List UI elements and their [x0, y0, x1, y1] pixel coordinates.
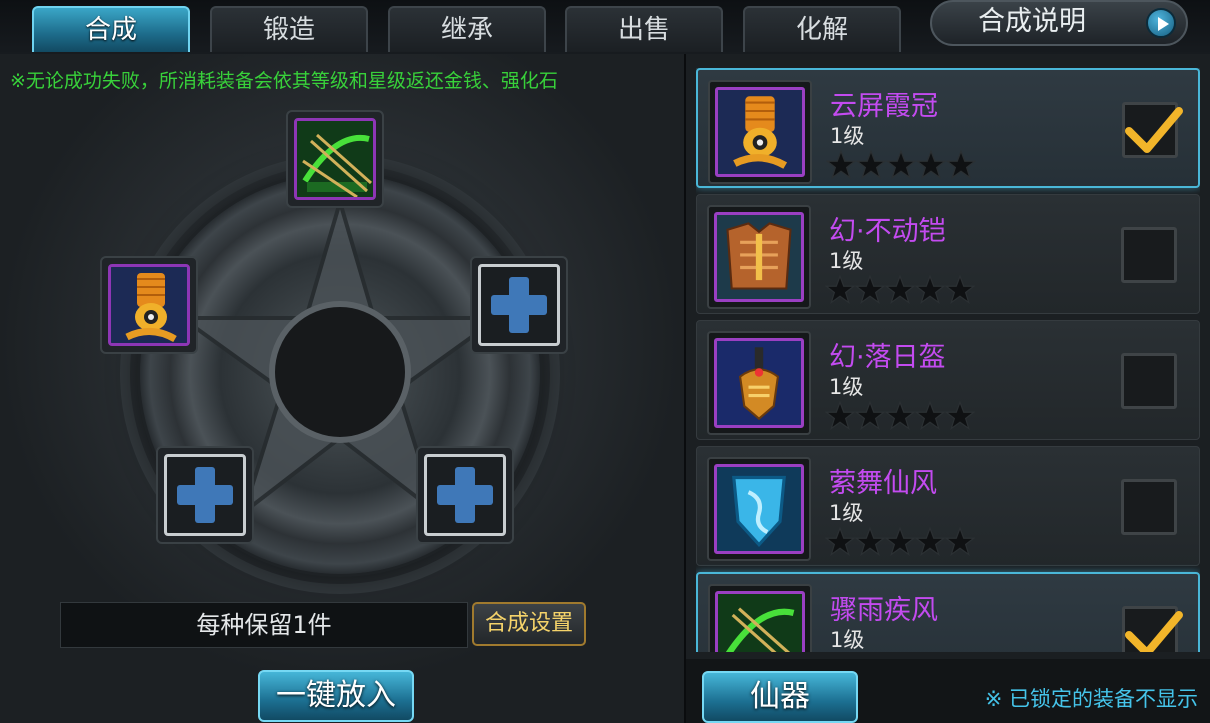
- star-icon: [885, 527, 915, 557]
- star-rating: [826, 150, 986, 180]
- star-icon: [825, 401, 855, 431]
- item-name: 幻·落日盔: [829, 342, 946, 373]
- compose-settings-button[interactable]: 合成设置: [472, 602, 586, 646]
- tab-inherit[interactable]: 继承: [388, 6, 546, 52]
- star-rating: [825, 275, 985, 305]
- item-level: 1级: [830, 628, 865, 652]
- star-icon: [946, 150, 976, 180]
- item-checkbox[interactable]: [1122, 606, 1183, 652]
- slot-right[interactable]: [470, 256, 568, 354]
- put-all-button[interactable]: 一键放入: [258, 670, 414, 722]
- slot-left[interactable]: [100, 256, 198, 354]
- star-icon: [915, 401, 945, 431]
- star-icon: [855, 275, 885, 305]
- item-checkbox[interactable]: [1121, 353, 1177, 409]
- category-xianqi-button[interactable]: 仙器: [702, 671, 858, 723]
- list-item[interactable]: 云屏霞冠 1级: [696, 68, 1200, 188]
- list-item[interactable]: 骤雨疾风 1级: [696, 572, 1200, 652]
- equipment-list[interactable]: 云屏霞冠 1级 幻·不动铠 1级 幻·落日盔 1级 萦舞仙风 1级 骤雨疾风 1…: [696, 68, 1200, 652]
- star-icon: [825, 275, 855, 305]
- item-checkbox[interactable]: [1121, 479, 1177, 535]
- star-icon: [916, 150, 946, 180]
- compose-help-button[interactable]: 合成说明: [930, 0, 1188, 46]
- tab-dissolve[interactable]: 化解: [743, 6, 901, 52]
- helmet-icon: [714, 338, 804, 428]
- tab-bar: 合成 锻造 继承 出售 化解 合成说明: [0, 0, 1210, 54]
- tab-compose[interactable]: 合成: [32, 6, 190, 52]
- star-icon: [825, 527, 855, 557]
- list-item[interactable]: 幻·不动铠 1级: [696, 194, 1200, 314]
- star-icon: [885, 275, 915, 305]
- list-item[interactable]: 幻·落日盔 1级: [696, 320, 1200, 440]
- locked-equipment-note: ※ 已锁定的装备不显示: [984, 687, 1198, 711]
- star-icon: [945, 275, 975, 305]
- item-level: 1级: [829, 501, 864, 525]
- compose-notice: ※无论成功失败，所消耗装备会依其等级和星级返还金钱、强化石: [10, 70, 558, 92]
- armor-icon: [714, 212, 804, 302]
- star-icon: [885, 401, 915, 431]
- item-name: 萦舞仙风: [829, 468, 937, 499]
- compose-panel: ※无论成功失败，所消耗装备会依其等级和星级返还金钱、强化石 每种保留1件 合成设…: [0, 54, 684, 723]
- checkmark-icon: [1125, 611, 1183, 652]
- crown-icon: [108, 264, 190, 346]
- item-level: 1级: [829, 249, 864, 273]
- crown-icon: [715, 87, 805, 177]
- plus-icon: [437, 467, 493, 523]
- star-rating: [825, 527, 985, 557]
- star-rating: [825, 401, 985, 431]
- tab-sell[interactable]: 出售: [565, 6, 723, 52]
- item-name: 骤雨疾风: [830, 595, 938, 626]
- plus-icon: [177, 467, 233, 523]
- item-checkbox[interactable]: [1121, 227, 1177, 283]
- star-icon: [856, 150, 886, 180]
- list-item[interactable]: 萦舞仙风 1级: [696, 446, 1200, 566]
- item-checkbox[interactable]: [1122, 102, 1183, 158]
- item-name: 幻·不动铠: [829, 216, 946, 247]
- star-icon: [915, 527, 945, 557]
- star-icon: [855, 527, 885, 557]
- play-arrow-icon: [1146, 8, 1176, 38]
- bow-icon: [715, 591, 805, 652]
- plus-icon: [491, 277, 547, 333]
- star-icon: [855, 401, 885, 431]
- tab-forge[interactable]: 锻造: [210, 6, 368, 52]
- star-icon: [915, 275, 945, 305]
- slot-bottom-right[interactable]: [416, 446, 514, 544]
- star-icon: [886, 150, 916, 180]
- item-level: 1级: [830, 124, 865, 148]
- slot-bottom-left[interactable]: [156, 446, 254, 544]
- star-icon: [826, 150, 856, 180]
- star-icon: [945, 401, 975, 431]
- bow-icon: [294, 118, 376, 200]
- item-name: 云屏霞冠: [830, 91, 938, 122]
- list-footer: 仙器 ※ 已锁定的装备不显示: [686, 659, 1210, 723]
- item-level: 1级: [829, 375, 864, 399]
- compose-help-label: 合成说明: [978, 6, 1086, 37]
- equipment-list-panel: 云屏霞冠 1级 幻·不动铠 1级 幻·落日盔 1级 萦舞仙风 1级 骤雨疾风 1…: [684, 54, 1210, 723]
- star-icon: [945, 527, 975, 557]
- checkmark-icon: [1125, 107, 1183, 153]
- slot-top[interactable]: [286, 110, 384, 208]
- keep-count-display: 每种保留1件: [60, 602, 468, 648]
- shield-icon: [714, 464, 804, 554]
